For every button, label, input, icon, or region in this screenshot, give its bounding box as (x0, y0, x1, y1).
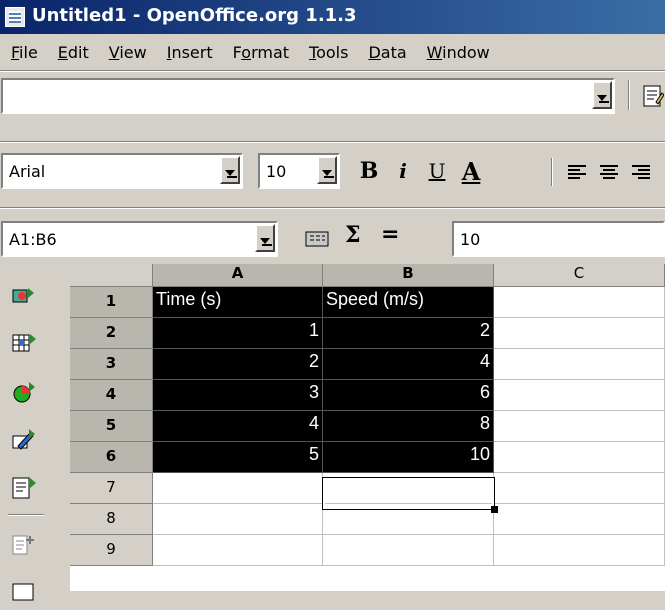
align-center-icon[interactable] (598, 162, 620, 182)
row-header-9[interactable]: 9 (70, 535, 153, 566)
url-field[interactable] (3, 80, 587, 112)
spellcheck-icon[interactable] (10, 530, 38, 558)
window-title: Untitled1 - OpenOffice.org 1.1.3 (32, 5, 357, 26)
row-header-8[interactable]: 8 (70, 504, 153, 535)
font-name-value: Arial (9, 162, 46, 181)
align-left-icon[interactable] (566, 162, 588, 182)
menu-insert[interactable]: Insert (158, 43, 222, 62)
menu-bar: File Edit View Insert Format Tools Data Window (0, 34, 665, 70)
row-header-5[interactable]: 5 (70, 411, 153, 442)
row-header-2[interactable]: 2 (70, 318, 153, 349)
insert-icon[interactable] (10, 282, 38, 310)
font-name-box[interactable]: Arial (1, 153, 243, 189)
insert-object-icon[interactable] (10, 378, 38, 406)
cell-c1[interactable] (494, 287, 665, 318)
edit-file-icon[interactable] (642, 84, 665, 108)
fill-handle[interactable] (491, 506, 498, 513)
insert-cells-icon[interactable] (10, 330, 38, 358)
cell-c6[interactable] (494, 442, 665, 473)
url-dropdown-button[interactable] (592, 81, 612, 109)
separator (628, 80, 630, 110)
cell-b3[interactable]: 4 (323, 349, 494, 380)
divider (0, 141, 665, 143)
cell-a4[interactable]: 3 (153, 380, 323, 411)
bold-button[interactable]: B (354, 156, 384, 186)
divider (0, 207, 665, 209)
row-header-1[interactable]: 1 (70, 287, 153, 318)
formula-input[interactable]: 10 (452, 221, 665, 257)
cell-a9[interactable] (153, 535, 323, 566)
cell-b4[interactable]: 6 (323, 380, 494, 411)
menu-file[interactable]: File (2, 43, 47, 62)
spreadsheet-grid[interactable]: A B C 1 Time (s) Speed (m/s) 2 1 2 3 2 4 4 3 6 5 4 8 6 5… (70, 264, 665, 591)
row-header-6[interactable]: 6 (70, 442, 153, 473)
cell-c5[interactable] (494, 411, 665, 442)
cell-a2[interactable]: 1 (153, 318, 323, 349)
menu-tools[interactable]: Tools (300, 43, 357, 62)
row-header-7[interactable]: 7 (70, 473, 153, 504)
cell-c8[interactable] (494, 504, 665, 535)
main-toolbar (0, 264, 52, 601)
font-size-box[interactable]: 10 (258, 153, 340, 189)
menu-format[interactable]: Format (224, 43, 298, 62)
row-header-4[interactable]: 4 (70, 380, 153, 411)
separator (551, 158, 553, 186)
function-button[interactable]: = (381, 222, 399, 247)
separator (8, 514, 44, 516)
menu-data[interactable]: Data (359, 43, 415, 62)
cell-c3[interactable] (494, 349, 665, 380)
align-right-icon[interactable] (630, 162, 652, 182)
active-cell-cursor (322, 477, 495, 510)
cell-a5[interactable]: 4 (153, 411, 323, 442)
menu-window[interactable]: Window (418, 43, 499, 62)
title-bar[interactable]: Untitled1 - OpenOffice.org 1.1.3 (0, 0, 665, 34)
divider (0, 70, 665, 72)
cell-c7[interactable] (494, 473, 665, 504)
column-header-b[interactable]: B (323, 264, 494, 287)
underline-button[interactable]: U (422, 156, 452, 186)
name-box-dropdown-button[interactable] (255, 224, 275, 252)
cell-c9[interactable] (494, 535, 665, 566)
url-combo[interactable] (1, 78, 615, 114)
insert-form-icon[interactable] (10, 474, 38, 502)
font-size-value: 10 (266, 162, 287, 181)
cell-a8[interactable] (153, 504, 323, 535)
menu-edit[interactable]: Edit (49, 43, 98, 62)
column-header-c[interactable]: C (494, 264, 665, 287)
function-wizard-icon[interactable] (304, 229, 332, 249)
cell-a3[interactable]: 2 (153, 349, 323, 380)
font-size-dropdown-button[interactable] (317, 156, 337, 184)
cell-b6[interactable]: 10 (323, 442, 494, 473)
select-all-corner[interactable] (70, 264, 153, 287)
sum-button[interactable]: Σ (345, 222, 361, 248)
cell-a6[interactable]: 5 (153, 442, 323, 473)
column-header-a[interactable]: A (153, 264, 323, 287)
cell-b2[interactable]: 2 (323, 318, 494, 349)
font-name-dropdown-button[interactable] (220, 156, 240, 184)
app-icon[interactable] (5, 7, 25, 27)
font-color-button[interactable]: A (454, 156, 488, 186)
cell-b5[interactable]: 8 (323, 411, 494, 442)
cell-b9[interactable] (323, 535, 494, 566)
name-box-value: A1:B6 (9, 230, 57, 249)
cell-a7[interactable] (153, 473, 323, 504)
cell-c4[interactable] (494, 380, 665, 411)
cell-a1[interactable]: Time (s) (153, 287, 323, 318)
cell-c2[interactable] (494, 318, 665, 349)
italic-button[interactable]: i (388, 156, 418, 186)
formula-input-value: 10 (460, 230, 481, 249)
autocomplete-icon[interactable] (10, 578, 38, 606)
row-header-3[interactable]: 3 (70, 349, 153, 380)
show-draw-functions-icon[interactable] (10, 426, 38, 454)
menu-view[interactable]: View (100, 43, 156, 62)
cell-b1[interactable]: Speed (m/s) (323, 287, 494, 318)
name-box[interactable]: A1:B6 (1, 221, 278, 257)
